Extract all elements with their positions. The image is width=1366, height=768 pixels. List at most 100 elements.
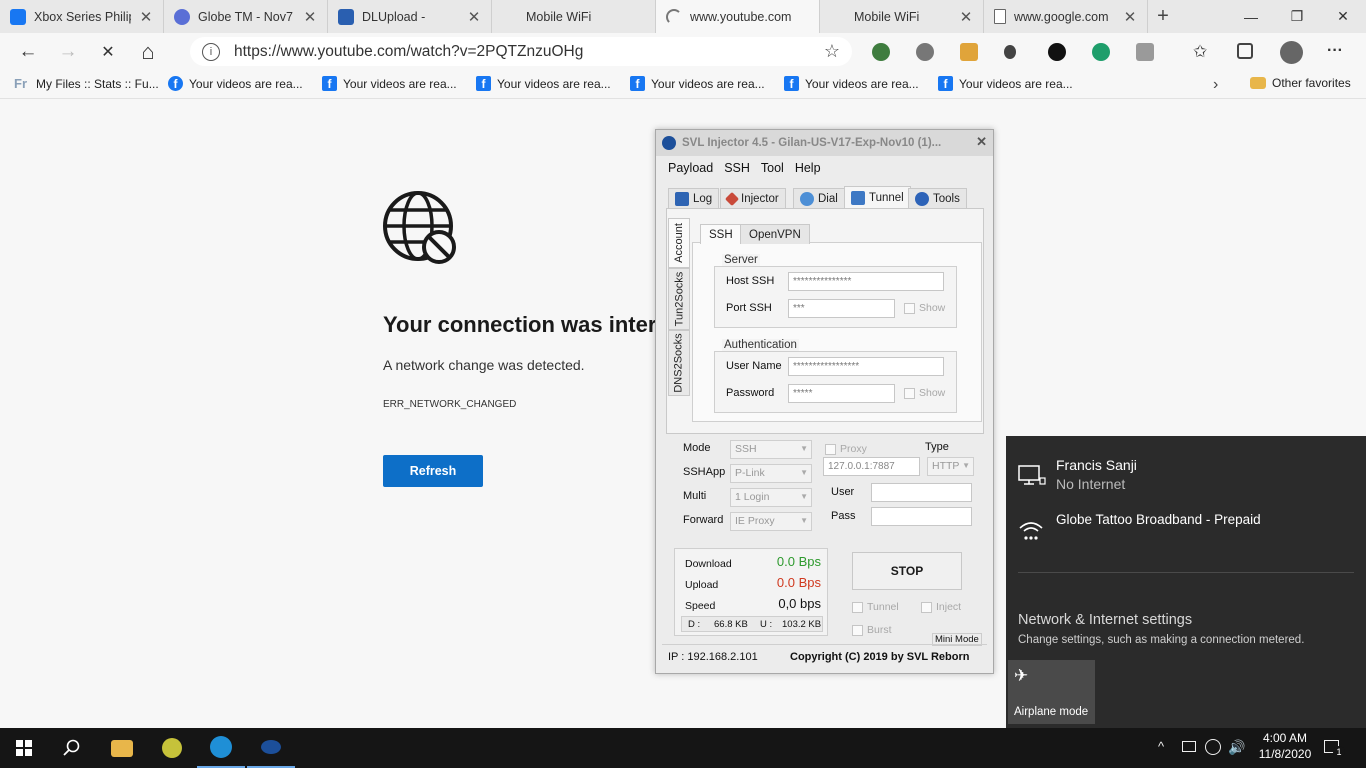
favorite-item[interactable]: f Your videos are rea... <box>630 76 765 91</box>
close-tab-icon[interactable]: ✕ <box>467 8 481 26</box>
forward-button[interactable]: → <box>48 36 88 68</box>
file-explorer-button[interactable] <box>98 728 146 768</box>
extension-cursor-icon[interactable] <box>1004 45 1016 59</box>
extension-gear-icon[interactable] <box>916 43 934 61</box>
profile-avatar[interactable] <box>1280 41 1303 64</box>
side-tab-account[interactable]: Account <box>668 218 690 268</box>
favorite-star-icon[interactable]: ☆ <box>824 41 840 62</box>
proxy-input[interactable]: 127.0.0.1:7887 <box>823 457 920 476</box>
multi-select[interactable]: 1 Login ▼ <box>730 488 812 507</box>
menu-ssh[interactable]: SSH <box>724 161 750 175</box>
close-tab-icon[interactable]: ✕ <box>959 8 973 26</box>
tab-injector[interactable]: Injector <box>720 188 786 209</box>
browser-tab[interactable]: Mobile WiFi ✕ <box>820 0 984 33</box>
extension-globe-icon[interactable] <box>872 43 890 61</box>
clock[interactable]: 4:00 AM 11/8/2020 <box>1250 731 1320 761</box>
favorite-item[interactable]: f Your videos are rea... <box>476 76 611 91</box>
copyright-text: Copyright (C) 2019 by SVL Reborn <box>790 651 970 663</box>
back-button[interactable]: ← <box>8 36 48 68</box>
favorite-item[interactable]: Fr My Files :: Stats :: Fu... <box>14 76 159 92</box>
new-tab-button[interactable]: + <box>1148 0 1178 33</box>
favorite-item[interactable]: f Your videos are rea... <box>322 76 457 91</box>
tab-dial[interactable]: Dial <box>793 188 845 209</box>
favorite-item[interactable]: f Your videos are rea... <box>784 76 919 91</box>
menu-tool[interactable]: Tool <box>761 161 784 175</box>
proxy-pass-input[interactable] <box>871 507 972 526</box>
tab-tunnel[interactable]: Tunnel <box>844 186 911 209</box>
extension-leaf-icon[interactable] <box>1092 43 1110 61</box>
url-text[interactable]: https://www.youtube.com/watch?v=2PQTZnzu… <box>234 43 583 61</box>
site-info-icon[interactable]: i <box>202 42 220 61</box>
favorite-item[interactable]: f Your videos are rea... <box>938 76 1073 91</box>
start-button[interactable] <box>0 728 48 768</box>
airplane-mode-toggle[interactable]: ✈ Airplane mode <box>1008 660 1095 724</box>
minimize-button[interactable]: — <box>1228 0 1274 33</box>
svl-close-button[interactable]: ✕ <box>976 134 987 150</box>
browser-tab-active[interactable]: www.youtube.com <box>656 0 820 33</box>
collections-icon[interactable] <box>1237 43 1253 59</box>
taskbar-app-button[interactable] <box>148 728 196 768</box>
taskbar: ^ 🔊 4:00 AM 11/8/2020 1 <box>0 728 1366 768</box>
show-password-checkbox[interactable]: Show <box>904 387 945 399</box>
other-favorites-folder[interactable]: Other favorites <box>1250 76 1351 90</box>
maximize-button[interactable]: ❐ <box>1274 0 1320 33</box>
menu-payload[interactable]: Payload <box>668 161 713 175</box>
network-name[interactable]: Francis Sanji <box>1056 457 1137 473</box>
browser-tab[interactable]: www.google.com ✕ <box>984 0 1148 33</box>
network-settings-link[interactable]: Network & Internet settings <box>1018 612 1192 628</box>
extension-image-icon[interactable] <box>960 43 978 61</box>
sshapp-select[interactable]: P-Link ▼ <box>730 464 812 483</box>
close-tab-icon[interactable]: ✕ <box>303 8 317 26</box>
tunnel-checkbox[interactable]: Tunnel <box>852 601 899 613</box>
forward-select[interactable]: IE Proxy ▼ <box>730 512 812 531</box>
browser-tab[interactable]: Xbox Series Philippines ✕ <box>0 0 164 33</box>
action-center-button[interactable]: 1 <box>1322 738 1345 758</box>
tab-log[interactable]: Log <box>668 188 720 209</box>
svl-title-bar[interactable]: SVL Injector 4.5 - Gilan-US-V17-Exp-Nov1… <box>656 130 993 156</box>
host-ssh-input[interactable]: *************** <box>788 272 944 291</box>
battery-icon[interactable] <box>1182 741 1196 752</box>
favorite-item[interactable]: f Your videos are rea... <box>168 76 303 91</box>
browser-tab[interactable]: Globe TM - Nov7 ✕ <box>164 0 328 33</box>
side-tab-tun2socks[interactable]: Tun2Socks <box>668 268 690 330</box>
browser-tab[interactable]: DLUpload - ✕ <box>328 0 492 33</box>
proxy-user-input[interactable] <box>871 483 972 502</box>
subtab-ssh[interactable]: SSH <box>700 224 742 244</box>
network-globe-icon[interactable] <box>1205 739 1221 755</box>
username-input[interactable]: ***************** <box>788 357 944 376</box>
port-ssh-input[interactable]: *** <box>788 299 895 318</box>
side-tab-dns2socks[interactable]: DNS2Socks <box>668 330 690 396</box>
facebook-icon: f <box>322 76 337 91</box>
tab-tools[interactable]: Tools <box>908 188 967 209</box>
volume-icon[interactable]: 🔊 <box>1228 739 1245 756</box>
network-name[interactable]: Globe Tattoo Broadband - Prepaid <box>1056 512 1261 527</box>
password-input[interactable]: ***** <box>788 384 895 403</box>
inject-checkbox[interactable]: Inject <box>921 601 961 613</box>
settings-menu-icon[interactable]: ··· <box>1327 42 1343 60</box>
search-button[interactable] <box>48 728 96 768</box>
mode-select[interactable]: SSH ▼ <box>730 440 812 459</box>
stop-button[interactable]: STOP <box>852 552 962 590</box>
proxy-checkbox[interactable]: Proxy <box>825 443 867 455</box>
close-tab-icon[interactable]: ✕ <box>139 8 153 26</box>
stop-loading-button[interactable]: ✕ <box>88 36 128 68</box>
favorites-list-icon[interactable]: ✩ <box>1193 42 1211 61</box>
download-total-label: D : <box>688 619 701 630</box>
extension-vpn-icon[interactable] <box>1048 43 1066 61</box>
svl-taskbar-button[interactable] <box>247 728 295 768</box>
home-button[interactable]: ⌂ <box>128 36 168 68</box>
menu-help[interactable]: Help <box>795 161 821 175</box>
address-bar[interactable]: i https://www.youtube.com/watch?v=2PQTZn… <box>190 37 852 66</box>
type-select[interactable]: HTTP ▼ <box>927 457 974 476</box>
burst-checkbox[interactable]: Burst <box>852 624 892 636</box>
show-port-checkbox[interactable]: Show <box>904 302 945 314</box>
show-hidden-icons-chevron[interactable]: ^ <box>1158 739 1164 754</box>
favorites-overflow-chevron-icon[interactable]: › <box>1213 76 1218 94</box>
close-window-button[interactable]: ✕ <box>1320 0 1366 33</box>
refresh-button[interactable]: Refresh <box>383 455 483 487</box>
extension-shield-icon[interactable] <box>1136 43 1154 61</box>
close-tab-icon[interactable]: ✕ <box>1123 8 1137 26</box>
subtab-openvpn[interactable]: OpenVPN <box>740 224 810 244</box>
edge-button[interactable] <box>197 728 245 768</box>
browser-tab[interactable]: Mobile WiFi <box>492 0 656 33</box>
